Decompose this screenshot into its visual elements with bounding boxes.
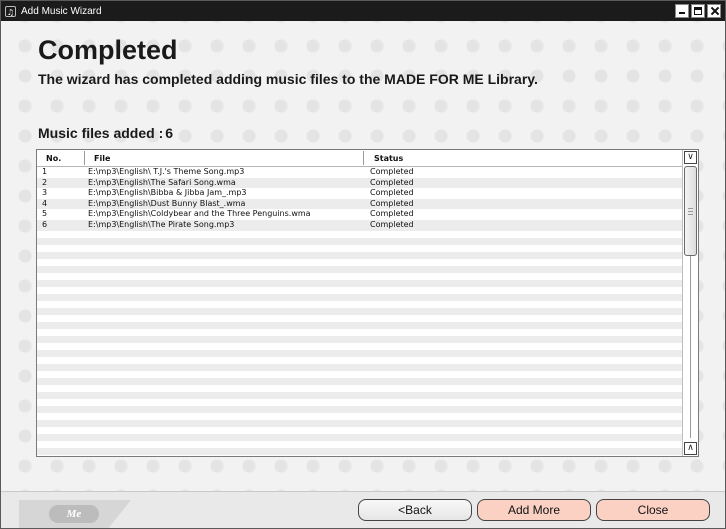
table-rows: 1 E:\mp3\English\ T.J.'s Theme Song.mp3 … bbox=[37, 167, 683, 231]
grip-line bbox=[688, 208, 693, 209]
minimize-icon[interactable] bbox=[675, 4, 689, 18]
column-header-no[interactable]: No. bbox=[46, 154, 61, 163]
files-added-label: Music files added : bbox=[38, 125, 164, 141]
scrollbar-track[interactable] bbox=[690, 256, 691, 438]
column-separator[interactable] bbox=[363, 151, 364, 165]
add-music-wizard-window: ♫ Add Music Wizard Completed The wizard … bbox=[0, 0, 726, 529]
cell-file: E:\mp3\English\The Pirate Song.mp3 bbox=[88, 219, 235, 229]
close-icon[interactable] bbox=[707, 4, 721, 18]
table-row[interactable]: 1 E:\mp3\English\ T.J.'s Theme Song.mp3 … bbox=[37, 167, 683, 178]
cell-status: Completed bbox=[370, 177, 414, 187]
cell-no: 1 bbox=[42, 167, 48, 176]
back-button[interactable]: <Back bbox=[358, 499, 472, 521]
cell-status: Completed bbox=[370, 167, 414, 176]
files-added-count: 6 bbox=[165, 125, 174, 141]
scrollbar-thumb[interactable] bbox=[684, 166, 697, 256]
cell-file: E:\mp3\English\The Safari Song.wma bbox=[88, 177, 236, 187]
add-more-button[interactable]: Add More bbox=[477, 499, 591, 521]
wizard-footer: Me <Back Add More Close bbox=[1, 491, 725, 528]
table-row[interactable]: 4 E:\mp3\English\Dust Bunny Blast_.wma C… bbox=[37, 198, 683, 210]
made-for-me-logo: Me bbox=[49, 505, 99, 523]
grip-line bbox=[688, 211, 693, 212]
cell-no: 6 bbox=[42, 219, 48, 229]
cell-status: Completed bbox=[370, 219, 414, 229]
cell-file: E:\mp3\English\ T.J.'s Theme Song.mp3 bbox=[88, 167, 245, 176]
cell-no: 5 bbox=[42, 209, 48, 219]
column-separator[interactable] bbox=[84, 151, 85, 165]
cell-status: Completed bbox=[370, 188, 414, 198]
maximize-icon[interactable] bbox=[691, 4, 705, 18]
page-subtitle: The wizard has completed adding music fi… bbox=[38, 71, 538, 87]
chevron-up-icon[interactable]: ∧ bbox=[684, 442, 697, 455]
cell-file: E:\mp3\English\Dust Bunny Blast_.wma bbox=[88, 198, 246, 208]
vertical-scrollbar[interactable]: ∨ ∧ bbox=[682, 150, 698, 456]
cell-no: 3 bbox=[42, 188, 48, 198]
music-wizard-icon: ♫ bbox=[5, 5, 16, 17]
cell-file: E:\mp3\English\Bibba & Jibba Jam_.mp3 bbox=[88, 188, 247, 198]
empty-rows-area bbox=[37, 231, 683, 456]
files-added-summary: Music files added :6 bbox=[38, 125, 173, 141]
cell-no: 4 bbox=[42, 198, 48, 208]
table-row[interactable]: 5 E:\mp3\English\Coldybear and the Three… bbox=[37, 209, 683, 220]
column-header-status[interactable]: Status bbox=[374, 154, 403, 163]
column-header-file[interactable]: File bbox=[94, 154, 110, 163]
close-button[interactable]: Close bbox=[596, 499, 710, 521]
cell-status: Completed bbox=[370, 198, 414, 208]
table-row[interactable]: 3 E:\mp3\English\Bibba & Jibba Jam_.mp3 … bbox=[37, 188, 683, 199]
chevron-down-icon[interactable]: ∨ bbox=[684, 151, 697, 164]
music-files-table: No. File Status 1 E:\mp3\English\ T.J.'s… bbox=[36, 149, 699, 457]
cell-no: 2 bbox=[42, 177, 48, 187]
cell-status: Completed bbox=[370, 209, 414, 219]
window-controls bbox=[675, 4, 721, 18]
title-bar[interactable]: ♫ Add Music Wizard bbox=[1, 1, 725, 21]
window-title: Add Music Wizard bbox=[21, 5, 102, 17]
wizard-content: Completed The wizard has completed addin… bbox=[1, 21, 725, 492]
page-title: Completed bbox=[38, 35, 178, 65]
table-header: No. File Status bbox=[37, 150, 683, 167]
grip-line bbox=[688, 214, 693, 215]
table-row[interactable]: 6 E:\mp3\English\The Pirate Song.mp3 Com… bbox=[37, 219, 683, 231]
table-row[interactable]: 2 E:\mp3\English\The Safari Song.wma Com… bbox=[37, 177, 683, 189]
cell-file: E:\mp3\English\Coldybear and the Three P… bbox=[88, 209, 311, 219]
